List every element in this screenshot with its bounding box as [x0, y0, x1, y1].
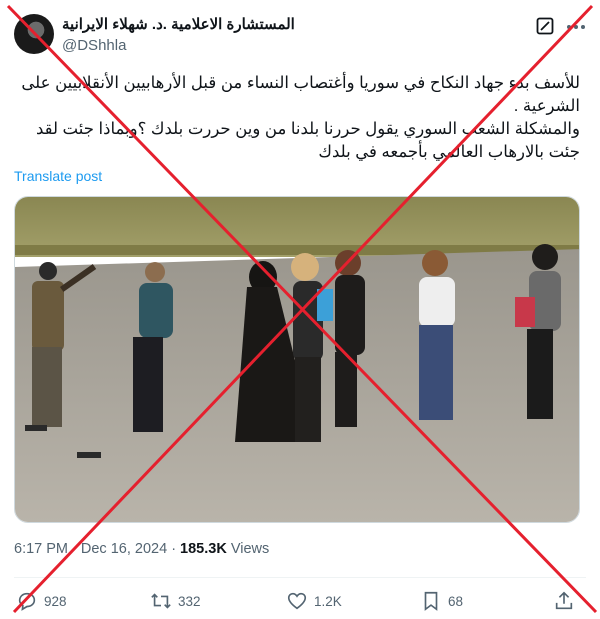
repost-button[interactable]: 332 — [150, 589, 201, 613]
reply-icon — [18, 592, 36, 611]
like-count: 1.2K — [314, 593, 342, 609]
tweet-photo[interactable] — [14, 196, 580, 523]
avatar[interactable] — [14, 14, 54, 54]
tweet-meta: 6:17 PM · Dec 16, 2024 · 185.3K Views — [14, 541, 270, 557]
share-icon — [555, 591, 573, 610]
heart-icon — [287, 592, 307, 610]
repost-count: 332 — [178, 593, 201, 609]
like-button[interactable]: 1.2K — [286, 589, 342, 613]
share-button[interactable] — [553, 589, 575, 613]
bookmark-button[interactable]: 68 — [420, 589, 463, 613]
post-date[interactable]: Dec 16, 2024 — [81, 541, 167, 557]
views-count: 185.3K — [180, 541, 227, 557]
post-time[interactable]: 6:17 PM — [14, 541, 68, 557]
divider — [14, 577, 586, 578]
author-name[interactable]: المستشارة الاعلامية .د. شهلاء الايرانية — [62, 15, 295, 33]
tweet-line-2: والمشكلة الشعب السوري يقول حررنا بلدنا م… — [35, 120, 580, 161]
tweet-text: للأسف بدء جهاد النكاح في سوريا وأغتصاب ا… — [14, 72, 580, 164]
translate-post-link[interactable]: Translate post — [14, 168, 102, 184]
author-handle[interactable]: @DShhla — [62, 37, 126, 54]
more-icon[interactable] — [566, 24, 586, 30]
retweet-icon — [151, 593, 171, 609]
photo-illustration — [15, 197, 579, 522]
bookmark-count: 68 — [448, 593, 464, 609]
tweet-line-1: للأسف بدء جهاد النكاح في سوريا وأغتصاب ا… — [21, 74, 580, 115]
reply-count: 928 — [44, 593, 67, 609]
bookmark-icon — [424, 591, 438, 611]
reply-button[interactable]: 928 — [16, 589, 67, 613]
views-label: Views — [230, 541, 270, 557]
grok-icon[interactable] — [536, 17, 554, 35]
